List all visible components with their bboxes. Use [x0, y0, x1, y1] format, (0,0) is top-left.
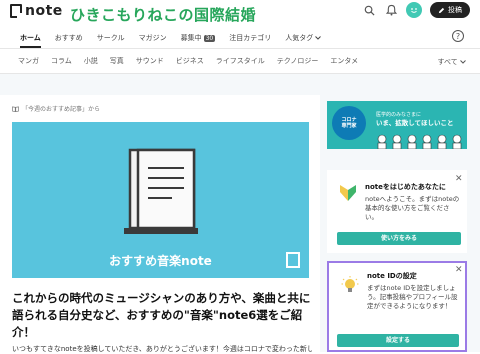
lightbulb-icon [341, 276, 359, 292]
beginner-leaf-icon [340, 185, 356, 201]
tab-magazine[interactable]: マガジン [139, 28, 167, 48]
tab-label: おすすめ [54, 34, 83, 42]
setup-title: note IDの設定 [367, 272, 417, 280]
close-icon[interactable]: ✕ [455, 265, 463, 275]
category-lifestyle[interactable]: ライフスタイル [216, 56, 265, 66]
set-id-button[interactable]: 設定する [337, 334, 459, 347]
note-id-setup-card: note IDの設定 ✕ まずはnote IDを設定しましょう。記事投稿やプロフ… [327, 261, 467, 352]
tab-label: 注目カテゴリ [229, 34, 272, 42]
category-photo[interactable]: 写真 [110, 56, 124, 66]
tab-label: マガジン [138, 34, 167, 42]
search-icon[interactable] [362, 3, 376, 17]
close-icon[interactable]: ✕ [455, 174, 463, 184]
welcome-card: noteをはじめたあなたに ✕ noteへようこそ。まずはnoteの基本的な使い… [327, 170, 467, 253]
banner-line-2: いま、拡散してほしいこと [376, 119, 454, 127]
note-page-icon [286, 252, 300, 268]
note-logo-icon [10, 4, 22, 18]
categories-all-label: すべて [437, 58, 458, 66]
category-novel[interactable]: 小説 [84, 56, 98, 66]
chevron-down-icon [460, 60, 466, 64]
category-sound[interactable]: サウンド [136, 56, 164, 66]
setup-text: まずはnote IDを設定しましょう。記事投稿やプロフィール設定ができるようにな… [367, 284, 458, 310]
banner-line-1: 医学的のみなさまに [376, 112, 422, 118]
bell-icon[interactable] [384, 3, 398, 17]
welcome-title: noteをはじめたあなたに [365, 183, 446, 191]
book-icon [12, 105, 19, 112]
feature-label-text: 「今週のおすすめ記事」から [22, 106, 101, 113]
category-technology[interactable]: テクノロジー [277, 56, 319, 66]
tab-label: 人気タグ [285, 34, 314, 42]
category-business[interactable]: ビジネス [176, 56, 204, 66]
categories-all-dropdown[interactable]: すべて [438, 57, 466, 67]
divider [0, 73, 480, 74]
overlay-title: ひきこもりねこの国際結婚 [70, 6, 257, 24]
count-badge: 30 [203, 34, 216, 42]
pencil-icon [438, 7, 445, 13]
article-excerpt: いつもすてきなnoteを投稿していただき、ありがとうございます！今週はコロナで変… [12, 345, 312, 353]
expert-badge: コロナ 専門家 [332, 106, 366, 140]
welcome-text: noteへようこそ。まずはnoteの基本的な使い方をご覧ください。 [365, 195, 460, 221]
tab-label: ホーム [20, 34, 41, 42]
divider [0, 48, 480, 49]
top-header: note ひきこもりねこの国際結婚 投稿 [0, 0, 480, 24]
note-logo[interactable]: note [10, 3, 63, 19]
tab-label: 募集中 [180, 34, 202, 42]
feature-source-label: 「今週のおすすめ記事」から [12, 104, 100, 113]
post-button[interactable]: 投稿 [430, 2, 470, 18]
help-icon[interactable]: ? [452, 30, 464, 42]
tab-circle[interactable]: サークル [97, 28, 125, 48]
tab-label: サークル [96, 34, 125, 42]
view-usage-button[interactable]: 使い方をみる [337, 232, 461, 245]
category-manga[interactable]: マンガ [18, 56, 39, 66]
chevron-down-icon [315, 36, 322, 40]
tab-recruiting[interactable]: 募集中 30 [181, 28, 216, 48]
user-avatar[interactable] [406, 2, 422, 18]
main-tabs: ホーム おすすめ サークル マガジン 募集中 30 注目カテゴリ 人気タグ [0, 28, 480, 48]
tab-popular-tags[interactable]: 人気タグ [285, 28, 322, 48]
category-entertainment[interactable]: エンタメ [330, 56, 358, 66]
tab-recommended[interactable]: おすすめ [55, 28, 83, 48]
article-title[interactable]: これからの時代のミュージシャンのあり方や、楽曲と共に語られる自分史など、おすすめ… [12, 290, 312, 341]
tab-featured-categories[interactable]: 注目カテゴリ [229, 28, 271, 48]
logo-text: note [25, 3, 63, 19]
hero-title: おすすめ音楽note [109, 254, 212, 268]
post-button-label: 投稿 [448, 6, 462, 14]
category-bar: マンガ コラム 小説 写真 サウンド ビジネス ライフスタイル テクノロジー エ… [0, 50, 480, 72]
banner-text: 医学的のみなさまに いま、拡散してほしいこと [376, 111, 454, 127]
tab-home[interactable]: ホーム [20, 28, 41, 48]
category-column[interactable]: コラム [51, 56, 72, 66]
